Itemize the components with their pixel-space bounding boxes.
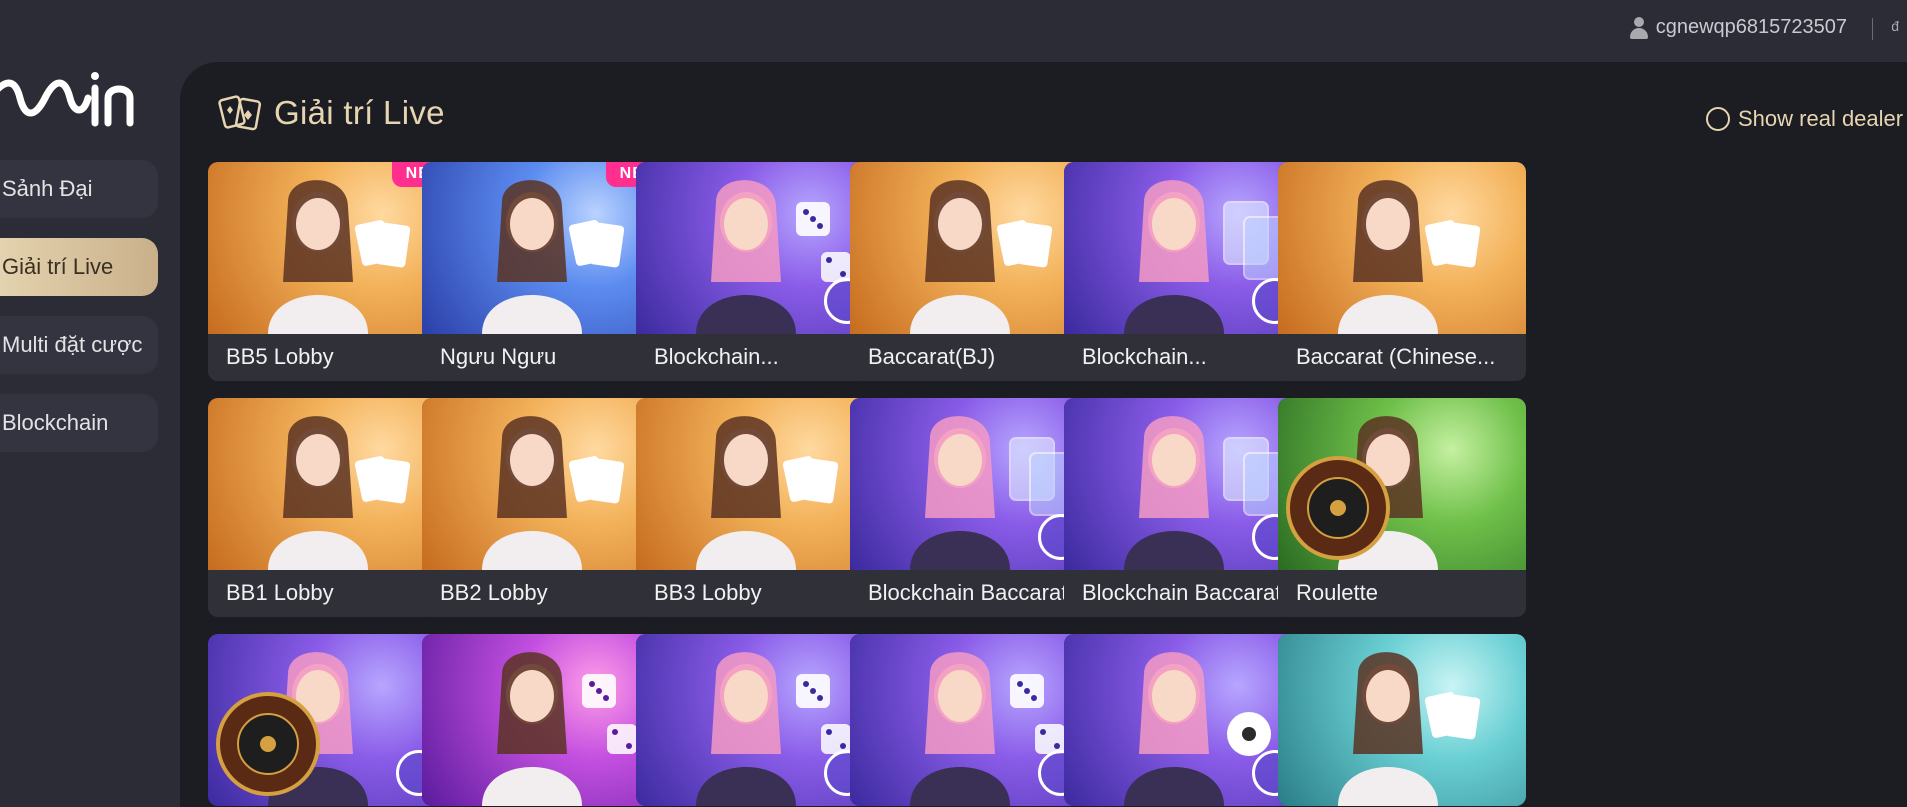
game-thumbnail bbox=[636, 634, 884, 806]
game-card[interactable]: BB2 Lobby bbox=[422, 398, 670, 617]
game-card[interactable]: Blockchain Baccarat bbox=[850, 398, 1098, 617]
top-divider bbox=[1872, 18, 1873, 40]
game-thumbnail bbox=[208, 634, 456, 806]
sidebar-item-lobby[interactable]: Sảnh Đại bbox=[0, 160, 158, 218]
real-dealer-toggle[interactable]: Show real dealer o bbox=[1706, 106, 1907, 132]
game-label: Blockchain... bbox=[1064, 334, 1312, 381]
game-card[interactable]: BB3 Lobby bbox=[636, 398, 884, 617]
radio-button[interactable] bbox=[1706, 107, 1730, 131]
game-thumbnail bbox=[1064, 162, 1312, 334]
top-bar: cgnewqp6815723507 đ bbox=[0, 0, 1907, 58]
real-dealer-label: Show real dealer o bbox=[1738, 106, 1907, 131]
game-label: BB3 Lobby bbox=[636, 570, 884, 617]
sidebar-item-blockchain[interactable]: Blockchain bbox=[0, 394, 158, 452]
game-card[interactable]: NEWNgưu Ngưu bbox=[422, 162, 670, 381]
game-label: BB1 Lobby bbox=[208, 570, 456, 617]
sidebar-item-multi-bet[interactable]: Multi đặt cược bbox=[0, 316, 158, 374]
bbin-logo[interactable] bbox=[0, 58, 140, 138]
game-thumbnail bbox=[1278, 162, 1526, 334]
game-thumbnail bbox=[422, 634, 670, 806]
game-thumbnail bbox=[850, 162, 1098, 334]
game-thumbnail bbox=[422, 398, 670, 570]
game-thumbnail bbox=[636, 398, 884, 570]
game-thumbnail bbox=[208, 398, 456, 570]
game-thumbnail bbox=[850, 634, 1098, 806]
game-label: Blockchain... bbox=[636, 334, 884, 381]
user-icon bbox=[1629, 16, 1648, 39]
game-thumbnail: NEW bbox=[208, 162, 456, 334]
game-card[interactable] bbox=[1064, 634, 1312, 806]
user-account[interactable]: cgnewqp6815723507 bbox=[1629, 16, 1847, 39]
game-thumbnail bbox=[1278, 398, 1526, 570]
game-label: BB5 Lobby bbox=[208, 334, 456, 381]
playing-cards-icon bbox=[218, 95, 262, 131]
game-card[interactable]: BB1 Lobby bbox=[208, 398, 456, 617]
game-label: Ngưu Ngưu bbox=[422, 334, 670, 381]
game-card[interactable] bbox=[850, 634, 1098, 806]
game-thumbnail: NEW bbox=[422, 162, 670, 334]
sidebar-item-label: Multi đặt cược bbox=[2, 332, 143, 357]
sidebar-item-label: Blockchain bbox=[2, 410, 109, 435]
game-thumbnail bbox=[636, 162, 884, 334]
sidebar-item-live[interactable]: Giải trí Live bbox=[0, 238, 158, 296]
game-thumbnail bbox=[1278, 634, 1526, 806]
game-card[interactable] bbox=[636, 634, 884, 806]
game-label: Baccarat(BJ) bbox=[850, 334, 1098, 381]
game-card[interactable] bbox=[208, 634, 456, 806]
game-thumbnail bbox=[1064, 398, 1312, 570]
page-title: Giải trí Live bbox=[274, 94, 445, 131]
game-card[interactable]: Blockchain... bbox=[636, 162, 884, 381]
sidebar-item-label: Giải trí Live bbox=[2, 254, 114, 279]
username: cgnewqp6815723507 bbox=[1655, 16, 1847, 38]
game-label: Roulette bbox=[1278, 570, 1526, 617]
game-card[interactable]: Blockchain Baccarat... bbox=[1064, 398, 1312, 617]
game-thumbnail bbox=[1064, 634, 1312, 806]
game-card[interactable]: NEWBB5 Lobby bbox=[208, 162, 456, 381]
top-extra-text[interactable]: đ bbox=[1891, 18, 1899, 34]
game-card[interactable]: Baccarat(BJ) bbox=[850, 162, 1098, 381]
game-card[interactable] bbox=[1278, 634, 1526, 806]
panel-header: Giải trí Live bbox=[218, 92, 445, 134]
game-label: Blockchain Baccarat... bbox=[1064, 570, 1312, 617]
game-card[interactable]: Roulette bbox=[1278, 398, 1526, 617]
game-label: Blockchain Baccarat bbox=[850, 570, 1098, 617]
game-label: Baccarat (Chinese... bbox=[1278, 334, 1526, 381]
sidebar-item-label: Sảnh Đại bbox=[2, 176, 93, 201]
game-card[interactable] bbox=[422, 634, 670, 806]
game-label: BB2 Lobby bbox=[422, 570, 670, 617]
game-card[interactable]: Blockchain... bbox=[1064, 162, 1312, 381]
game-card[interactable]: Baccarat (Chinese... bbox=[1278, 162, 1526, 381]
game-thumbnail bbox=[850, 398, 1098, 570]
